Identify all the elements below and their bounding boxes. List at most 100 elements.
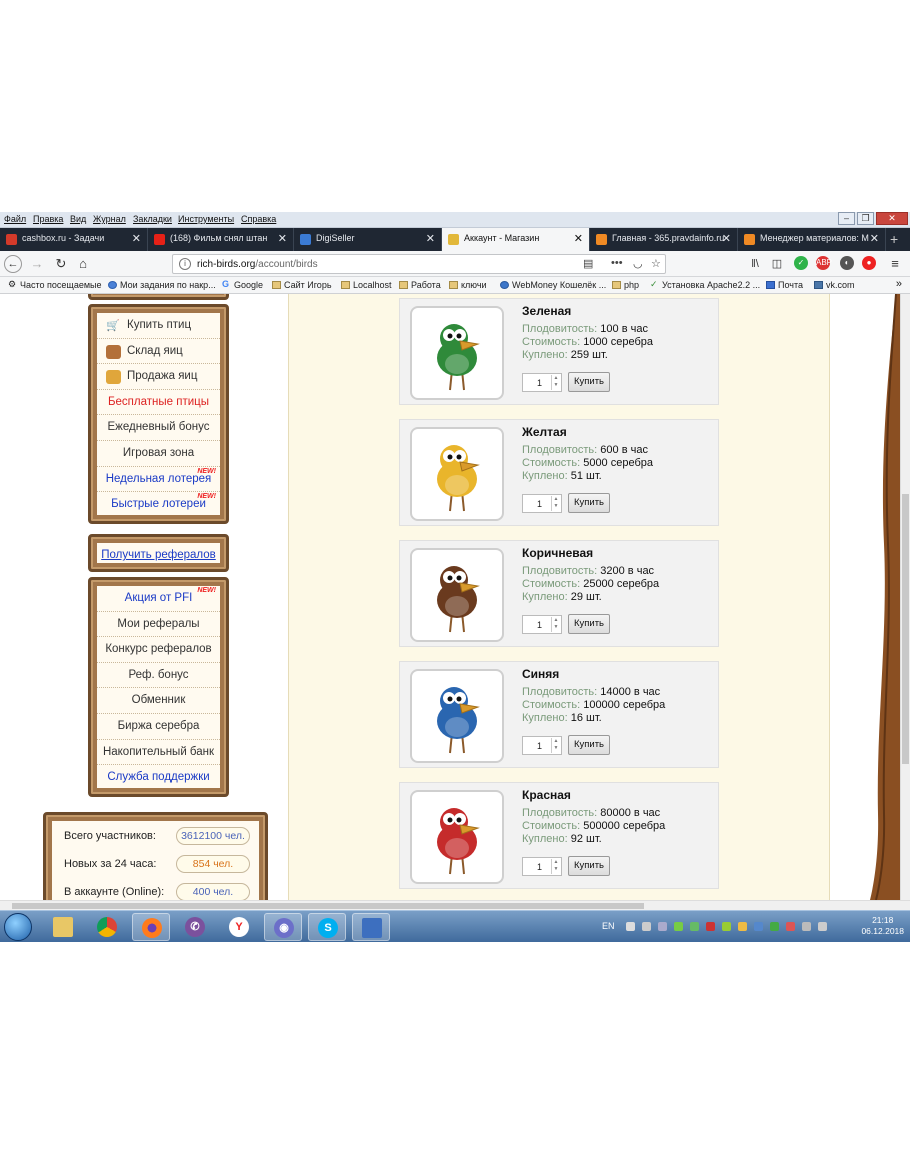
spinner-arrows-icon[interactable]: ▲ ▼ bbox=[551, 375, 560, 390]
quantity-stepper[interactable]: 1 ▲ ▼ bbox=[522, 736, 562, 755]
menu-history[interactable]: Журнал bbox=[93, 214, 126, 224]
forward-arrow-icon[interactable]: → bbox=[28, 255, 46, 273]
bookmark-folder[interactable]: Работа bbox=[399, 280, 441, 290]
tray-icon[interactable] bbox=[690, 922, 699, 931]
tray-icon[interactable] bbox=[770, 922, 779, 931]
menu-view[interactable]: Вид bbox=[70, 214, 86, 224]
horizontal-scrollbar[interactable] bbox=[0, 900, 910, 910]
get-referrals-link[interactable]: Получить рефералов bbox=[101, 549, 216, 561]
menu-bookmarks[interactable]: Закладки bbox=[133, 214, 172, 224]
adblock-icon[interactable]: ABP bbox=[816, 256, 832, 270]
tab-pravdainfo[interactable]: Главная - 365.pravdainfo.ru ✕ bbox=[590, 228, 738, 251]
quantity-stepper[interactable]: 1 ▲ ▼ bbox=[522, 615, 562, 634]
taskbar-explorer[interactable] bbox=[44, 913, 82, 941]
bookmark-webmoney[interactable]: WebMoney Кошелёк ... bbox=[500, 280, 606, 290]
library-icon[interactable]: ‖\ bbox=[746, 255, 764, 273]
tab-youtube[interactable]: (168) Фильм снял штан ✕ bbox=[148, 228, 294, 251]
tray-icon[interactable] bbox=[738, 922, 747, 931]
bookmark-star-icon[interactable]: ☆ bbox=[651, 257, 661, 270]
taskbar-firefox[interactable] bbox=[132, 913, 170, 941]
tray-icon[interactable] bbox=[642, 922, 651, 931]
bookmark-mail[interactable]: Почта bbox=[766, 280, 803, 290]
vertical-scrollbar[interactable] bbox=[900, 294, 910, 900]
tray-icon[interactable] bbox=[722, 922, 731, 931]
spinner-arrows-icon[interactable]: ▲ ▼ bbox=[551, 617, 560, 632]
more-bookmarks-icon[interactable]: » bbox=[896, 278, 902, 290]
reader-view-icon[interactable]: ▤ bbox=[583, 257, 593, 270]
tab-cashbox[interactable]: cashbox.ru - Задачи ✕ bbox=[0, 228, 148, 251]
taskbar-viber[interactable]: ✆ bbox=[176, 913, 214, 941]
tab-digiseller[interactable]: DigiSeller ✕ bbox=[294, 228, 442, 251]
referral-menu-item[interactable]: Реф. бонус bbox=[97, 663, 220, 689]
referral-menu-item[interactable]: Обменник bbox=[97, 688, 220, 714]
taskbar-torrent[interactable]: ◉ bbox=[264, 913, 302, 941]
tab-materials-manager[interactable]: Менеджер материалов: М ✕ bbox=[738, 228, 886, 251]
network-icon[interactable] bbox=[802, 922, 811, 931]
sidebar-toggle-icon[interactable]: ◫ bbox=[768, 255, 786, 273]
tab-close-icon[interactable]: ✕ bbox=[574, 232, 583, 245]
language-indicator[interactable]: EN bbox=[602, 921, 615, 931]
spinner-arrows-icon[interactable]: ▲ ▼ bbox=[551, 738, 560, 753]
minimize-icon[interactable]: ‒ bbox=[838, 212, 855, 225]
tab-close-icon[interactable]: ✕ bbox=[426, 232, 435, 245]
buy-button[interactable]: Купить bbox=[568, 493, 610, 513]
quantity-stepper[interactable]: 1 ▲ ▼ bbox=[522, 494, 562, 513]
tab-close-icon[interactable]: ✕ bbox=[132, 232, 141, 245]
check-extension-icon[interactable]: ✓ bbox=[794, 256, 808, 270]
tray-icon[interactable] bbox=[626, 922, 635, 931]
tab-close-icon[interactable]: ✕ bbox=[278, 232, 287, 245]
scroll-thumb[interactable] bbox=[902, 494, 909, 764]
menu-edit[interactable]: Правка bbox=[33, 214, 63, 224]
volume-icon[interactable] bbox=[818, 922, 827, 931]
bookmark-apache[interactable]: ✓ Установка Apache2.2 ... bbox=[650, 279, 760, 290]
tray-icon[interactable] bbox=[786, 922, 795, 931]
bookmark-my-tasks[interactable]: Мои задания по накр... bbox=[108, 280, 216, 290]
referral-menu-item[interactable]: Биржа серебра bbox=[97, 714, 220, 740]
buy-button[interactable]: Купить bbox=[568, 856, 610, 876]
tab-close-icon[interactable]: ✕ bbox=[722, 232, 731, 245]
menu-help[interactable]: Справка bbox=[241, 214, 276, 224]
tray-icon[interactable] bbox=[658, 922, 667, 931]
extension-icon[interactable]: ◐ bbox=[840, 256, 854, 270]
new-tab-icon[interactable]: + bbox=[890, 231, 898, 247]
tray-icon[interactable] bbox=[754, 922, 763, 931]
game-menu-item[interactable]: Бесплатные птицы bbox=[97, 390, 220, 416]
bookmark-google[interactable]: G Google bbox=[222, 279, 263, 290]
game-menu-item[interactable]: Игровая зона bbox=[97, 441, 220, 467]
bookmark-vk[interactable]: vk.com bbox=[814, 280, 855, 290]
hamburger-menu-icon[interactable]: ≡ bbox=[886, 255, 904, 273]
page-actions-icon[interactable]: ••• bbox=[611, 257, 623, 269]
referral-menu-item[interactable]: Накопительный банк bbox=[97, 740, 220, 766]
menu-tools[interactable]: Инструменты bbox=[178, 214, 234, 224]
pocket-icon[interactable]: ◡ bbox=[633, 257, 643, 270]
menu-file[interactable]: Файл bbox=[4, 214, 26, 224]
game-menu-item[interactable]: 🛒 Купить птиц bbox=[97, 313, 220, 339]
bookmark-folder[interactable]: ключи bbox=[449, 280, 487, 290]
buy-button[interactable]: Купить bbox=[568, 614, 610, 634]
reload-icon[interactable]: ↻ bbox=[52, 255, 70, 273]
tray-icon[interactable] bbox=[674, 922, 683, 931]
scroll-thumb[interactable] bbox=[12, 903, 644, 909]
taskbar-screenshot-tool[interactable] bbox=[352, 913, 390, 941]
close-window-icon[interactable]: ✕ bbox=[876, 212, 908, 225]
bookmark-folder[interactable]: php bbox=[612, 280, 639, 290]
buy-button[interactable]: Купить bbox=[568, 735, 610, 755]
tab-close-icon[interactable]: ✕ bbox=[870, 232, 879, 245]
bookmark-folder[interactable]: Сайт Игорь bbox=[272, 280, 332, 290]
start-button[interactable] bbox=[4, 913, 32, 941]
taskbar-chrome[interactable] bbox=[88, 913, 126, 941]
address-bar[interactable]: i rich-birds.org/account/birds ▤ ••• ◡ ☆ bbox=[172, 254, 666, 274]
spinner-arrows-icon[interactable]: ▲ ▼ bbox=[551, 496, 560, 511]
game-menu-item[interactable]: Продажа яиц bbox=[97, 364, 220, 390]
quantity-stepper[interactable]: 1 ▲ ▼ bbox=[522, 373, 562, 392]
bookmark-most-visited[interactable]: ⚙ Часто посещаемые bbox=[8, 279, 102, 290]
game-menu-item[interactable]: Склад яиц bbox=[97, 339, 220, 365]
spinner-arrows-icon[interactable]: ▲ ▼ bbox=[551, 859, 560, 874]
maximize-icon[interactable]: ❐ bbox=[857, 212, 874, 225]
back-arrow-icon[interactable]: ← bbox=[4, 255, 22, 273]
referral-menu-item[interactable]: Акция от PFI NEW! bbox=[97, 586, 220, 612]
site-info-icon[interactable]: i bbox=[179, 258, 191, 270]
taskbar-skype[interactable]: S bbox=[308, 913, 346, 941]
referral-menu-item[interactable]: Служба поддержки bbox=[97, 765, 220, 791]
referral-menu-item[interactable]: Мои рефералы bbox=[97, 612, 220, 638]
